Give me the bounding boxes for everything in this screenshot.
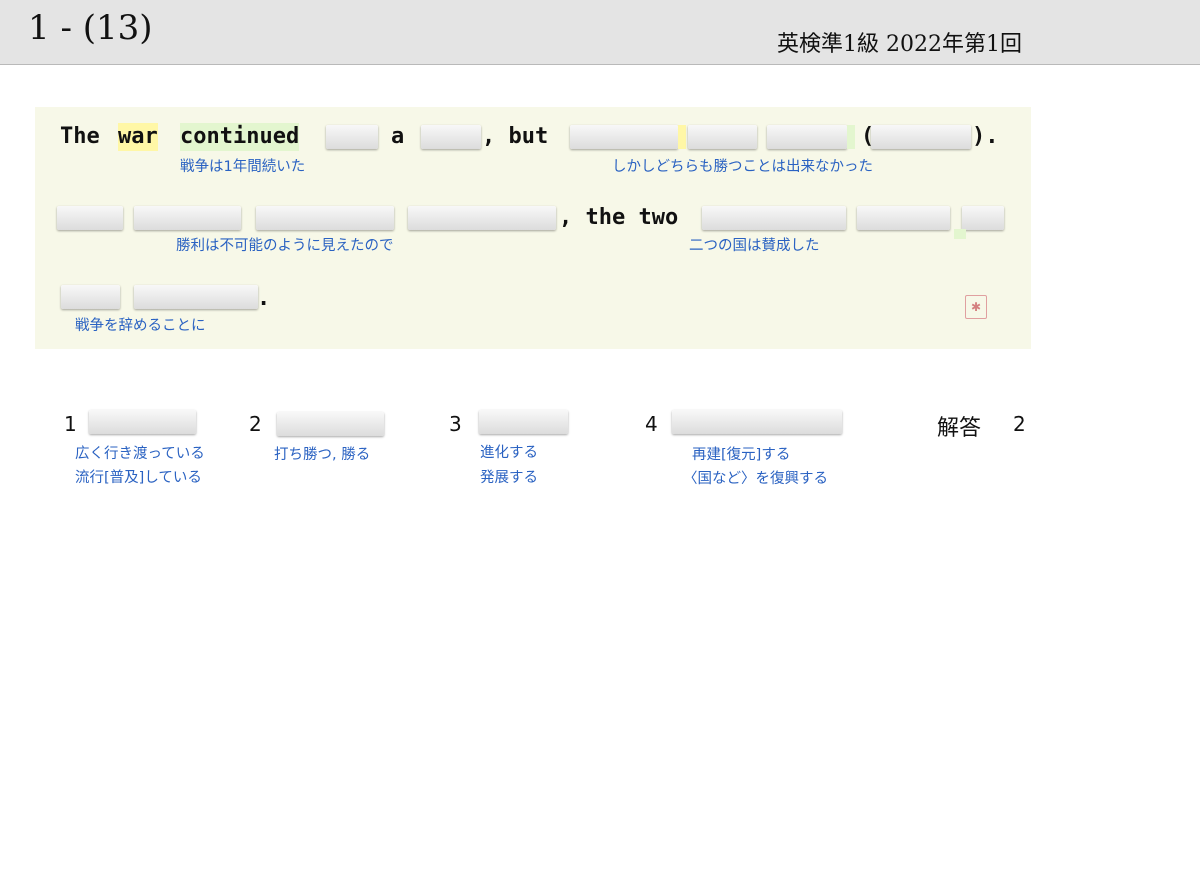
- hidden-word-blank[interactable]: [570, 125, 678, 149]
- answer-value: 2: [1013, 412, 1026, 436]
- word-close-paren: ).: [972, 124, 999, 149]
- answer-blank[interactable]: [871, 125, 971, 149]
- option-1-gloss: 広く行き渡っている: [75, 446, 205, 462]
- sentence-panel: The war continued a , but ( ). 戦争は1年間続いた…: [35, 107, 1031, 349]
- hidden-word-blank[interactable]: [134, 206, 241, 230]
- word-period: .: [257, 286, 271, 311]
- option-4-gloss: 再建[復元]する: [692, 447, 791, 463]
- highlight-marker: [678, 125, 686, 149]
- hidden-word-blank[interactable]: [962, 206, 1004, 230]
- option-4-gloss: 〈国など〉を復興する: [683, 471, 828, 487]
- hidden-word-blank[interactable]: [702, 206, 846, 230]
- option-number: 4: [645, 412, 658, 436]
- word-continued: continued: [180, 123, 300, 151]
- exam-title: 英検準1級 2022年第1回: [777, 32, 1022, 57]
- word-a: a: [391, 124, 405, 149]
- option-2-gloss: 打ち勝つ, 勝る: [274, 447, 371, 463]
- option-4-blank[interactable]: [672, 410, 842, 434]
- word-the: The: [60, 124, 100, 149]
- option-1-gloss: 流行[普及]している: [75, 470, 202, 486]
- option-3-gloss: 進化する: [480, 445, 538, 461]
- hidden-word-blank[interactable]: [688, 125, 757, 149]
- highlight-marker: [847, 125, 855, 149]
- hidden-word-blank[interactable]: [256, 206, 394, 230]
- hidden-word-blank[interactable]: [767, 125, 847, 149]
- highlight-marker: [954, 229, 966, 239]
- hidden-word-blank[interactable]: [134, 285, 258, 309]
- hidden-word-blank[interactable]: [61, 285, 120, 309]
- gloss-two-countries-agreed: 二つの国は賛成した: [689, 238, 820, 254]
- hidden-word-blank[interactable]: [408, 206, 556, 230]
- question-number: 1 - (13): [28, 8, 153, 48]
- hidden-word-blank[interactable]: [421, 125, 481, 149]
- option-number: 1: [64, 412, 77, 436]
- answer-label: 解答: [937, 416, 982, 441]
- option-3-gloss: 発展する: [480, 470, 538, 486]
- hidden-word-blank[interactable]: [857, 206, 950, 230]
- gloss-neither-won: しかしどちらも勝つことは出来なかった: [612, 159, 873, 175]
- option-number: 3: [449, 412, 462, 436]
- header-bar: 1 - (13) 英検準1級 2022年第1回: [0, 0, 1200, 65]
- option-number: 2: [249, 412, 262, 436]
- seal-stamp: ✱: [965, 295, 987, 319]
- word-war: war: [118, 123, 158, 151]
- word-comma-the-two: , the two: [559, 205, 679, 230]
- gloss-victory-impossible: 勝利は不可能のように見えたので: [176, 238, 394, 254]
- option-1-blank[interactable]: [89, 410, 196, 434]
- word-comma-but: , but: [482, 124, 549, 149]
- option-3-blank[interactable]: [479, 410, 568, 434]
- option-2-blank[interactable]: [277, 412, 384, 436]
- hidden-word-blank[interactable]: [57, 206, 123, 230]
- gloss-stop-war: 戦争を辞めることに: [75, 318, 206, 334]
- gloss-war-continued: 戦争は1年間続いた: [180, 159, 306, 175]
- hidden-word-blank[interactable]: [326, 125, 378, 149]
